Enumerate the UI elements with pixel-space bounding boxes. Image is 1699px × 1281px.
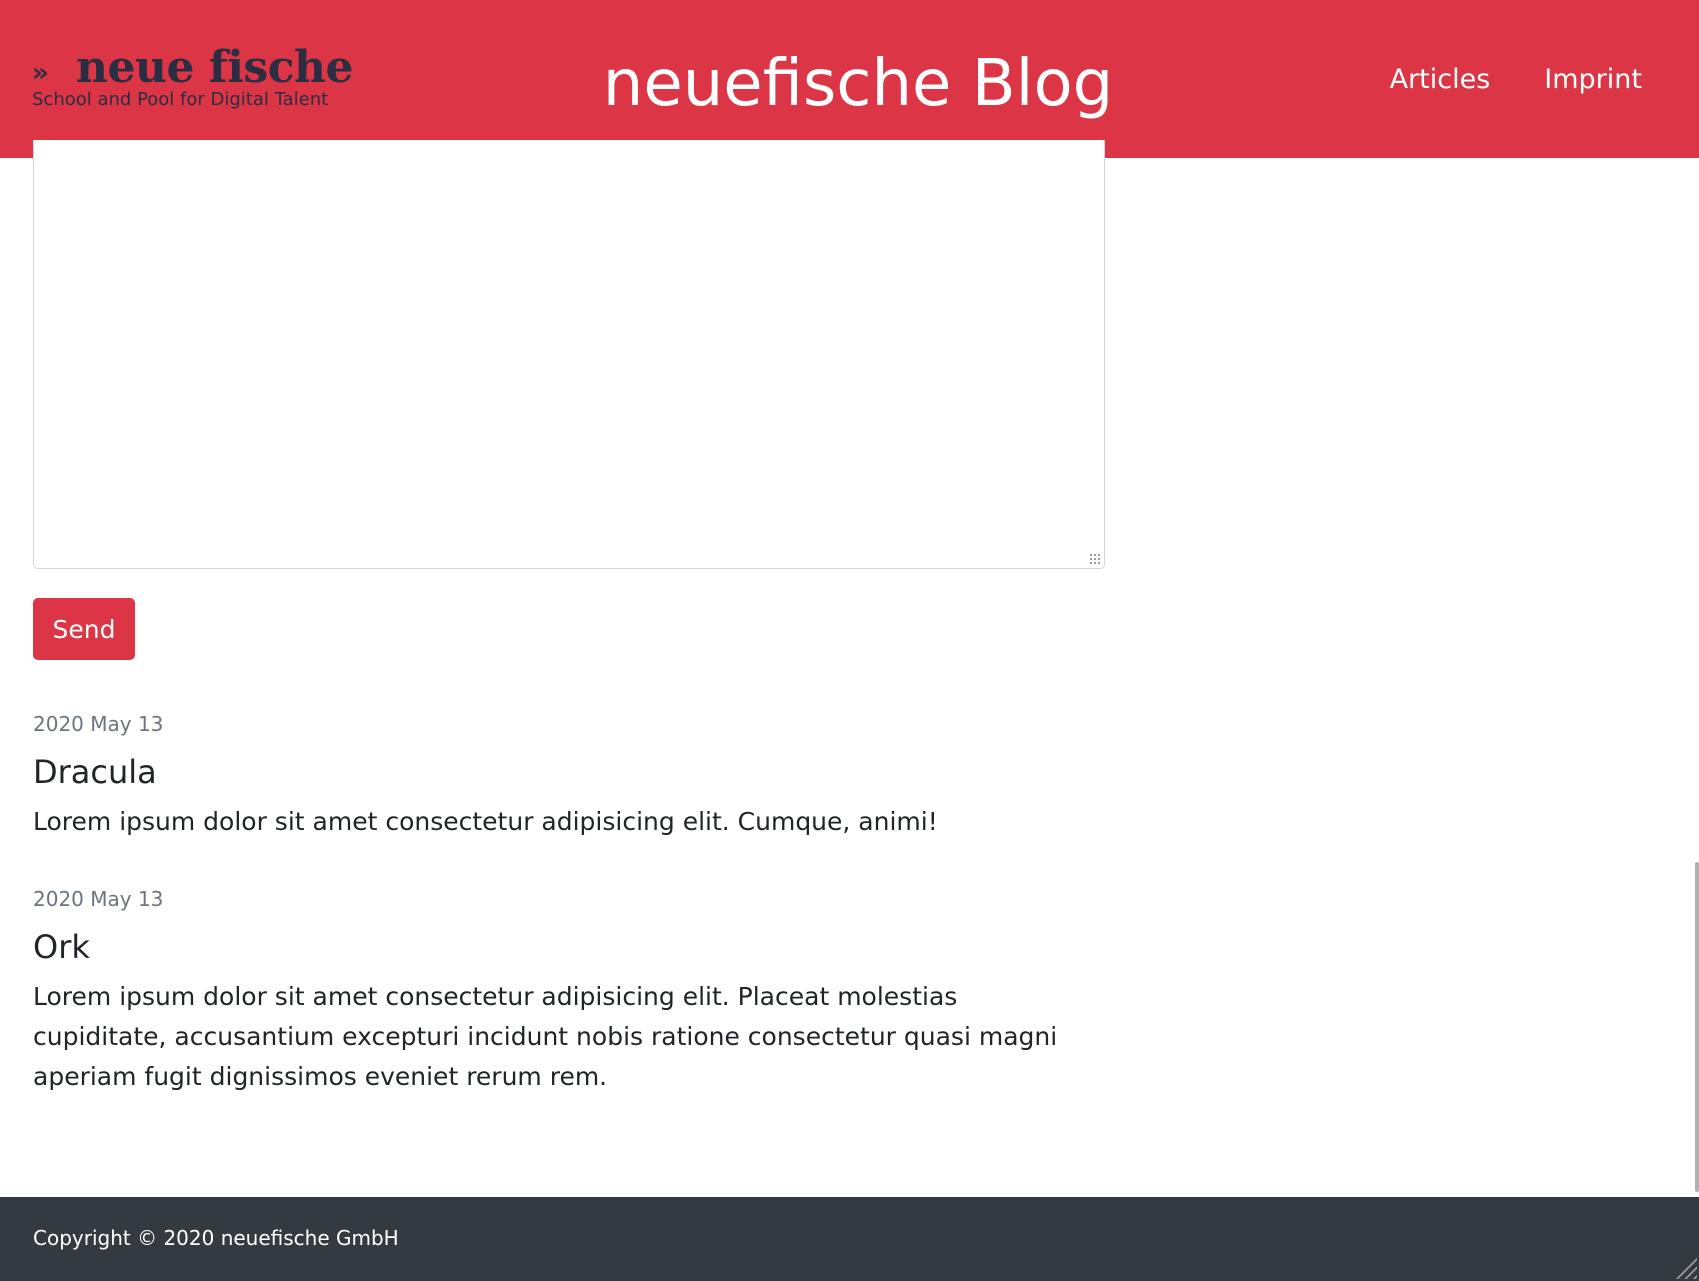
site-header: » neue fische School and Pool for Digita…	[0, 0, 1699, 158]
comment-text: Lorem ipsum dolor sit amet consectetur a…	[33, 982, 1058, 1091]
comment-date: 2020 May 13	[33, 712, 164, 736]
comment-author: Dracula	[33, 753, 157, 791]
window-resize-grip-icon[interactable]	[1675, 1257, 1697, 1279]
comment-textarea[interactable]	[33, 140, 1105, 569]
comment-date: 2020 May 13	[33, 887, 164, 911]
copyright-text: Copyright © 2020 neuefische GmbH	[33, 1226, 399, 1250]
page: » neue fische School and Pool for Digita…	[0, 0, 1699, 1281]
main-nav: Articles Imprint	[1390, 58, 1642, 102]
nav-link-imprint[interactable]: Imprint	[1544, 58, 1642, 102]
site-footer: Copyright © 2020 neuefische GmbH	[0, 1197, 1699, 1281]
send-button[interactable]: Send	[33, 598, 135, 660]
comment-item: 2020 May 13 Dracula Lorem ipsum dolor si…	[33, 710, 1093, 842]
page-scrollbar[interactable]	[1695, 862, 1699, 1192]
comment-author: Ork	[33, 928, 90, 966]
comment-item: 2020 May 13 Ork Lorem ipsum dolor sit am…	[33, 885, 1093, 1097]
nav-link-articles[interactable]: Articles	[1390, 58, 1491, 102]
textarea-resize-handle[interactable]	[1089, 553, 1101, 565]
comment-text: Lorem ipsum dolor sit amet consectetur a…	[33, 807, 938, 836]
